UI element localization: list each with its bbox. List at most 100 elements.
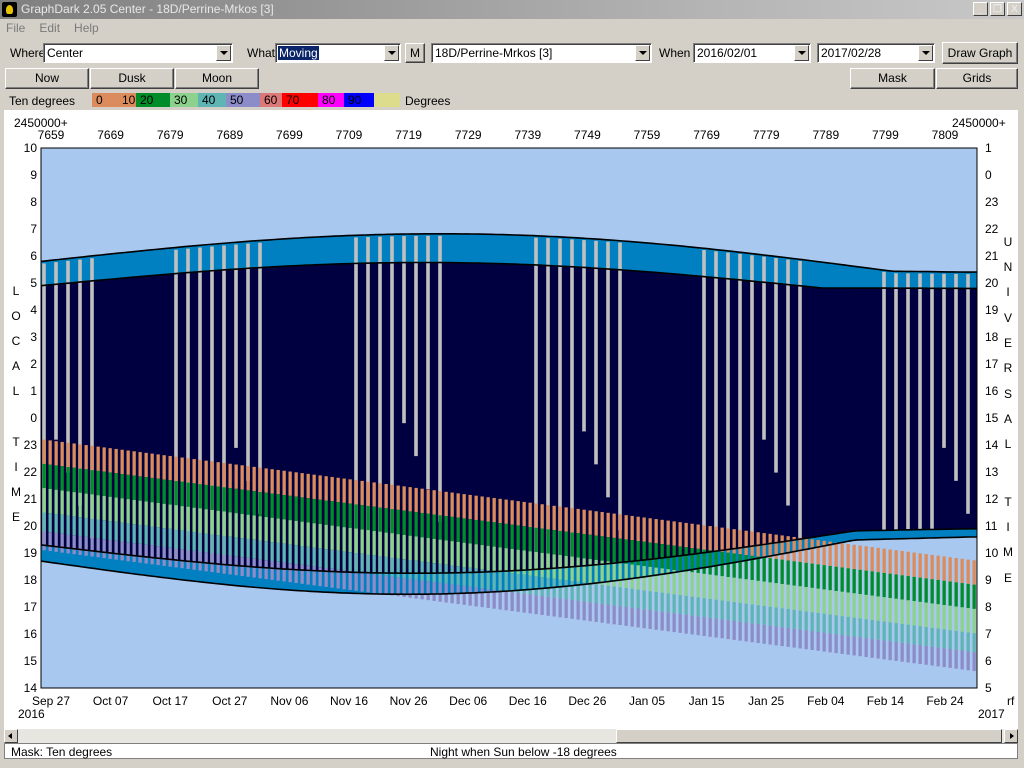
- left-tick-label: 20: [24, 519, 38, 533]
- right-tick-label: 23: [985, 195, 999, 209]
- where-value: Center: [47, 46, 84, 60]
- right-tick-label: 11: [985, 519, 998, 533]
- right-axis-letter: M: [1003, 545, 1013, 559]
- scroll-right-icon[interactable]: [1004, 729, 1018, 743]
- jd-tick-label: 7689: [216, 128, 243, 142]
- jd-tick-label: 7769: [693, 128, 720, 142]
- left-tick-label: 21: [24, 492, 38, 506]
- date-tick-label: Jan 15: [689, 694, 725, 708]
- date-tick-label: Feb 14: [867, 694, 905, 708]
- object-value: 18D/Perrine-Mrkos [3]: [435, 46, 553, 60]
- where-select[interactable]: Center: [43, 43, 233, 63]
- right-tick-label: 16: [985, 384, 999, 398]
- right-tick-label: 19: [985, 303, 999, 317]
- jd-tick-label: 7739: [514, 128, 541, 142]
- legend-chip: 70: [282, 93, 318, 107]
- scroll-thumb[interactable]: [616, 729, 1002, 743]
- horizontal-scrollbar[interactable]: [4, 729, 1018, 743]
- right-axis-letter: E: [1004, 571, 1012, 585]
- where-label: Where: [10, 46, 46, 60]
- date-tick-label: Jan 05: [629, 694, 665, 708]
- chevron-down-icon[interactable]: [635, 45, 650, 61]
- left-tick-label: 18: [24, 573, 38, 587]
- legend-chip: 90: [344, 93, 374, 107]
- legend-chip: 0: [92, 93, 118, 107]
- jd-tick-label: 7789: [812, 128, 839, 142]
- menu-file[interactable]: File: [6, 19, 25, 37]
- restore-button[interactable]: ❐: [990, 2, 1005, 16]
- date-tick-label: Jan 25: [748, 694, 784, 708]
- legend-chip-label: 30: [174, 93, 188, 107]
- right-axis-letter: N: [1004, 260, 1013, 274]
- legend-chip: 50: [226, 93, 260, 107]
- right-tick-label: 21: [985, 249, 999, 263]
- app-icon[interactable]: [2, 2, 17, 17]
- object-select[interactable]: 18D/Perrine-Mrkos [3]: [431, 43, 652, 63]
- right-tick-label: 0: [985, 168, 992, 182]
- right-tick-label: 22: [985, 222, 999, 236]
- left-axis-letter: A: [12, 359, 20, 373]
- right-tick-label: 20: [985, 276, 999, 290]
- left-axis-letter: L: [13, 384, 20, 398]
- right-axis-letter: E: [1004, 336, 1012, 350]
- jd-tick-label: 7799: [872, 128, 899, 142]
- left-tick-label: 19: [24, 546, 38, 560]
- grids-button[interactable]: Grids: [936, 68, 1018, 89]
- legend-chip-label: 70: [286, 93, 300, 107]
- now-button[interactable]: Now: [5, 68, 89, 89]
- what-select[interactable]: Moving: [275, 43, 401, 63]
- legend-unit: Degrees: [405, 94, 451, 108]
- moon-button[interactable]: Moon: [175, 68, 259, 89]
- date-tick-label: Feb 04: [807, 694, 845, 708]
- end-date-value: 2017/02/28: [821, 46, 882, 60]
- jd-tick-label: 7699: [276, 128, 303, 142]
- jd-tick-label: 7669: [97, 128, 124, 142]
- right-tick-label: 5: [985, 681, 992, 695]
- date-tick-label: Nov 16: [330, 694, 368, 708]
- left-tick-label: 0: [30, 411, 37, 425]
- left-tick-label: 22: [24, 465, 38, 479]
- legend-chip-label: 0: [96, 93, 103, 107]
- date-tick-label: Nov 26: [390, 694, 428, 708]
- window-title: GraphDark 2.05 Center - 18D/Perrine-Mrko…: [21, 2, 274, 16]
- dusk-button[interactable]: Dusk: [90, 68, 174, 89]
- chart-svg[interactable]: 7659 7669 7679 7689 7699 7709 7719 7729 7739 7749…: [4, 110, 1018, 730]
- draw-graph-button[interactable]: Draw Graph: [942, 42, 1018, 64]
- left-tick-label: 6: [30, 249, 37, 263]
- jd-tick-label: 7779: [753, 128, 780, 142]
- left-tick-label: 1: [30, 384, 37, 398]
- toolbar: Where Center What Moving M 18D/Perrine-M…: [0, 40, 1024, 66]
- right-tick-label: 13: [985, 465, 999, 479]
- date-tick-label: Dec 26: [568, 694, 606, 708]
- right-tick-label: 6: [985, 654, 992, 668]
- date-tick-label: Oct 17: [153, 694, 189, 708]
- end-date-select[interactable]: 2017/02/28: [817, 43, 935, 63]
- legend-chip-label: 50: [230, 93, 244, 107]
- right-tick-label: 8: [985, 600, 992, 614]
- chevron-down-icon[interactable]: [384, 45, 399, 61]
- what-label: What: [247, 46, 276, 60]
- right-axis-letter: I: [1006, 285, 1009, 299]
- jd-tick-label: 7729: [455, 128, 482, 142]
- start-date-select[interactable]: 2016/02/01: [693, 43, 811, 63]
- status-night: Night when Sun below -18 degrees: [430, 745, 617, 759]
- right-axis-letter: S: [1004, 387, 1012, 401]
- menu-edit[interactable]: Edit: [39, 19, 60, 37]
- what-value: Moving: [278, 46, 319, 60]
- chevron-down-icon[interactable]: [216, 45, 231, 61]
- scroll-left-icon[interactable]: [4, 729, 18, 743]
- mask-button[interactable]: Mask: [850, 68, 935, 89]
- right-tick-label: 9: [985, 573, 992, 587]
- close-button[interactable]: X: [1007, 2, 1022, 16]
- chevron-down-icon[interactable]: [794, 45, 809, 61]
- minimize-button[interactable]: _: [973, 2, 988, 16]
- chevron-down-icon[interactable]: [918, 45, 933, 61]
- legend-chip-label: 20: [140, 93, 154, 107]
- right-tick-label: 18: [985, 330, 999, 344]
- left-tick-label: 8: [30, 195, 37, 209]
- left-tick-label: 10: [24, 141, 38, 155]
- left-tick-label: 15: [24, 654, 38, 668]
- m-button[interactable]: M: [405, 43, 425, 63]
- start-date-value: 2016/02/01: [697, 46, 758, 60]
- menu-help[interactable]: Help: [74, 19, 99, 37]
